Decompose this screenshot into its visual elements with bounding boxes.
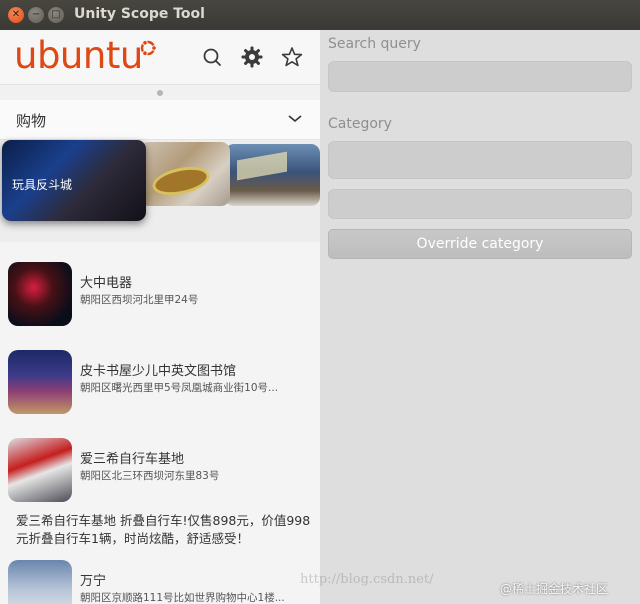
- watermark-url: http://blog.csdn.net/: [300, 572, 434, 587]
- carousel-card[interactable]: [140, 142, 230, 206]
- page-indicator-dot: [157, 90, 163, 96]
- category-label: Category: [328, 116, 392, 132]
- close-icon: ✕: [11, 9, 21, 20]
- result-address: 朝阳区京顺路111号比如世界购物中心1楼...: [80, 592, 285, 604]
- result-thumbnail: [8, 350, 72, 414]
- category-input[interactable]: [328, 189, 632, 219]
- minimize-window-button[interactable]: −: [28, 7, 44, 23]
- carousel-card-label: 玩具反斗城: [12, 178, 73, 192]
- search-query-label: Search query: [328, 36, 421, 52]
- carousel-card[interactable]: [225, 144, 320, 206]
- carousel-card-focused[interactable]: 玩具反斗城: [2, 140, 146, 221]
- result-title: 爱三希自行车基地: [80, 452, 185, 467]
- page-indicator: [0, 86, 320, 100]
- override-category-button[interactable]: Override category: [328, 229, 632, 259]
- featured-carousel[interactable]: 玩具反斗城: [0, 140, 320, 242]
- close-window-button[interactable]: ✕: [8, 7, 24, 23]
- storefront-sign-image: [237, 151, 287, 181]
- results-list: 大中电器 朝阳区西坝河北里甲24号 皮卡书屋少儿中英文图书馆 朝阳区曙光西里甲5…: [0, 242, 320, 604]
- chevron-down-icon: [288, 115, 302, 123]
- minimize-icon: −: [31, 9, 41, 20]
- result-address: 朝阳区北三环西坝河东里83号: [80, 470, 220, 482]
- department-label: 购物: [16, 112, 47, 130]
- result-title: 万宁: [80, 574, 107, 589]
- tool-controls-panel: Search query Category Override category: [320, 30, 640, 604]
- search-icon[interactable]: [200, 45, 224, 69]
- ubuntu-logo-text: ubuntu: [14, 34, 143, 77]
- ubuntu-circle-of-friends-icon: [140, 40, 157, 56]
- result-thumbnail: [8, 438, 72, 502]
- result-title: 大中电器: [80, 276, 133, 291]
- result-thumbnail: [8, 262, 72, 326]
- window-title: Unity Scope Tool: [74, 6, 205, 22]
- department-selector[interactable]: 购物: [0, 100, 320, 140]
- scope-panel: ubuntu 购物 玩具反斗城 大中电器 朝阳区西坝河北里甲24号 皮卡书屋少儿…: [0, 30, 320, 604]
- result-thumbnail: [8, 560, 72, 604]
- maximize-icon: □: [51, 9, 61, 20]
- window-titlebar: ✕ − □ Unity Scope Tool: [0, 0, 640, 30]
- star-icon[interactable]: [280, 45, 304, 69]
- scope-header: ubuntu: [0, 30, 320, 85]
- result-address: 朝阳区西坝河北里甲24号: [80, 294, 199, 306]
- result-description: 爱三希自行车基地 折叠自行车!仅售898元，价值998元折叠自行车1辆，时尚炫酷…: [16, 513, 311, 546]
- maximize-window-button[interactable]: □: [48, 7, 64, 23]
- search-query-input[interactable]: [328, 61, 632, 92]
- category-select[interactable]: [328, 141, 632, 179]
- watermark-credit: @稀土掘金技术社区: [500, 582, 609, 596]
- result-address: 朝阳区曙光西里甲5号凤凰城商业街10号...: [80, 382, 279, 394]
- result-title: 皮卡书屋少儿中英文图书馆: [80, 364, 237, 379]
- gear-icon[interactable]: [240, 45, 264, 69]
- food-image: [149, 162, 213, 200]
